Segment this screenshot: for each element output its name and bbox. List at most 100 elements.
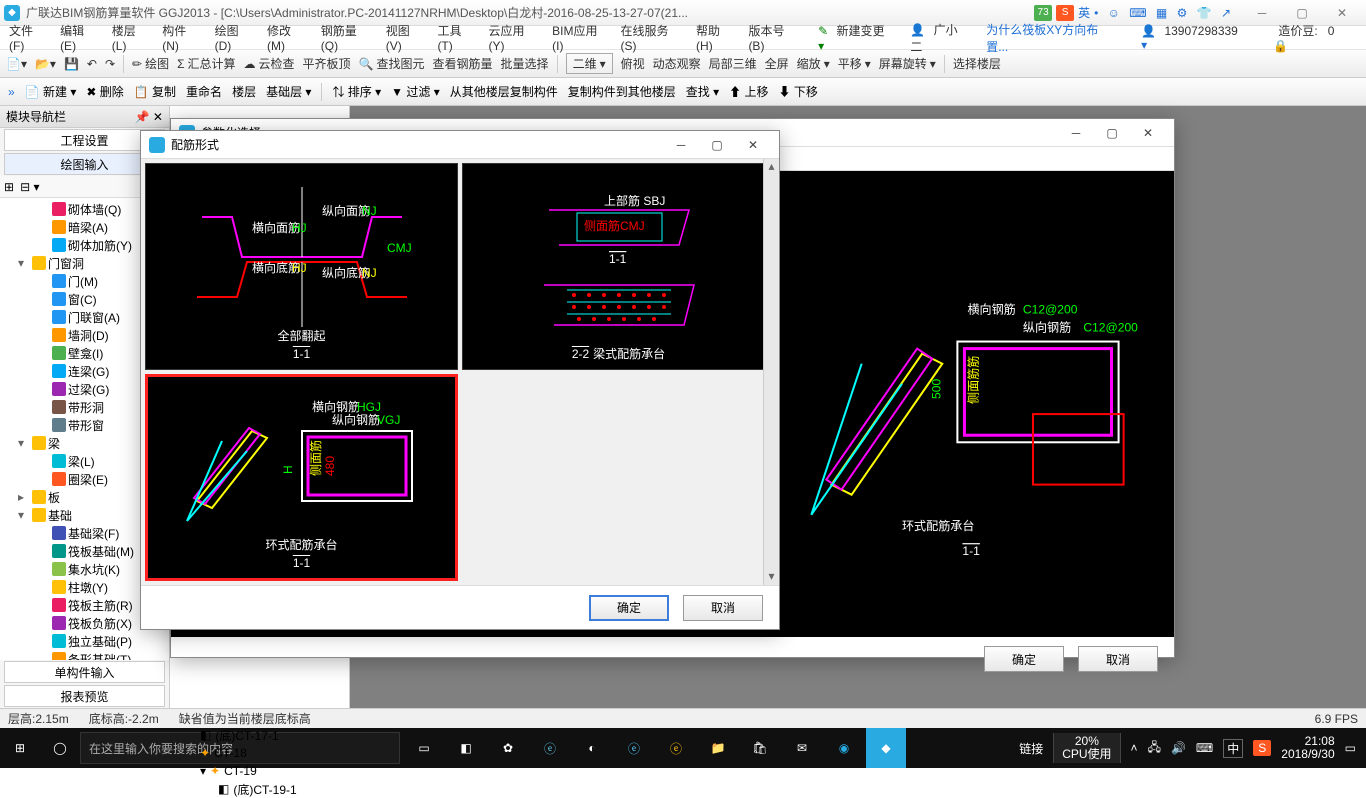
tab-report[interactable]: 报表预览: [4, 685, 165, 707]
tb-top[interactable]: 俯视: [621, 55, 645, 72]
tray-net-icon[interactable]: 🖧: [1148, 738, 1161, 759]
tb-viewrebar[interactable]: 查看钢筋量: [433, 55, 493, 72]
outer-ok-button[interactable]: 确定: [984, 646, 1064, 672]
dlg-close-button[interactable]: ✕: [735, 133, 771, 157]
task-view-icon[interactable]: ▭: [404, 728, 444, 768]
tb-redo[interactable]: ↷: [105, 57, 115, 71]
menu-component[interactable]: 构件(N): [157, 20, 207, 55]
tip-link[interactable]: 为什么筏板XY方向布置...: [981, 19, 1124, 57]
menu-help[interactable]: 帮助(H): [691, 20, 741, 55]
tb-pan[interactable]: 平移 ▾: [838, 55, 871, 72]
svg-text:H: H: [281, 465, 295, 474]
cpu-meter[interactable]: 20%CPU使用: [1053, 733, 1120, 763]
dlg-close-button[interactable]: ✕: [1130, 121, 1166, 145]
thumb-option-2[interactable]: 侧面筋CMJ 上部筋 SBJ 1-1 2-2 梁式配筋承台: [462, 163, 775, 370]
edge-icon[interactable]: ⓔ: [614, 728, 654, 768]
tb2-new[interactable]: 📄 新建 ▾: [25, 83, 77, 100]
dlg-min-button[interactable]: ─: [1058, 121, 1094, 145]
pin-icon[interactable]: 📌 ✕: [135, 110, 163, 124]
net-status[interactable]: 链接: [1019, 740, 1043, 757]
ie-icon-2[interactable]: ⓔ: [656, 728, 696, 768]
menu-view[interactable]: 视图(V): [381, 20, 431, 55]
tray-up-icon[interactable]: ˄: [1131, 741, 1138, 755]
tb2-copyfrom[interactable]: 从其他楼层复制构件: [450, 83, 558, 100]
tab-single-input[interactable]: 单构件输入: [4, 661, 165, 683]
menu-floor[interactable]: 楼层(L): [107, 20, 155, 55]
tb-draw[interactable]: ✏ 绘图: [132, 55, 169, 72]
tb2-del[interactable]: ✖ 删除: [86, 83, 123, 100]
tb-undo[interactable]: ↶: [87, 57, 97, 71]
tb2-rename[interactable]: 重命名: [186, 83, 222, 100]
taskbar-clock[interactable]: 21:082018/9/30: [1281, 735, 1334, 761]
tree-node[interactable]: 独立基础(P): [0, 632, 169, 650]
tb-save[interactable]: 💾: [64, 57, 79, 71]
inner-ok-button[interactable]: 确定: [589, 595, 669, 621]
tb-batchsel[interactable]: 批量选择: [501, 55, 549, 72]
menu-cloud[interactable]: 云应用(Y): [484, 20, 546, 55]
dlg-min-button[interactable]: ─: [663, 133, 699, 157]
store-icon[interactable]: 🛍: [740, 728, 780, 768]
tray-vol-icon[interactable]: 🔊: [1171, 741, 1186, 755]
tb-local3d[interactable]: 局部三维: [709, 55, 757, 72]
tb-open[interactable]: 📂▾: [35, 57, 56, 71]
tb2-arrow[interactable]: »: [8, 85, 15, 99]
menu-modify[interactable]: 修改(M): [262, 20, 314, 55]
thumb-option-3[interactable]: 横向钢筋HGJ 纵向钢筋VGJ 侧面筋 480 H 环式配筋承台1-1: [145, 374, 458, 581]
dlg-max-button[interactable]: ▢: [1094, 121, 1130, 145]
menu-version[interactable]: 版本号(B): [743, 20, 805, 55]
tb2-sort[interactable]: ⇅ 排序 ▾: [332, 83, 381, 100]
tb-cloudcheck[interactable]: ☁ 云检查: [244, 55, 295, 72]
tree-collapse-icon[interactable]: ⊟ ▾: [20, 180, 39, 194]
new-change-button[interactable]: ✎ 新建变更 ▾: [813, 20, 903, 55]
tb-sum[interactable]: Σ 汇总计算: [177, 55, 235, 72]
tb-zoom[interactable]: 缩放 ▾: [797, 55, 830, 72]
ggj-icon[interactable]: ◆: [866, 728, 906, 768]
user-badge[interactable]: 👤 广小二: [905, 19, 979, 57]
menu-draw[interactable]: 绘图(D): [210, 20, 260, 55]
app-icon[interactable]: ◉: [824, 728, 864, 768]
tb2-find[interactable]: 查找 ▾: [686, 83, 719, 100]
outer-cancel-button[interactable]: 取消: [1078, 646, 1158, 672]
tb2-up[interactable]: ⬆ 上移: [729, 83, 768, 100]
menu-rebar[interactable]: 钢筋量(Q): [316, 20, 379, 55]
menu-online[interactable]: 在线服务(S): [615, 20, 689, 55]
menu-file[interactable]: 文件(F): [4, 20, 53, 55]
tb-new[interactable]: 📄▾: [6, 57, 27, 71]
tb-selfloor[interactable]: 选择楼层: [953, 55, 1001, 72]
menu-tool[interactable]: 工具(T): [432, 20, 481, 55]
inner-cancel-button[interactable]: 取消: [683, 595, 763, 621]
tb2-base[interactable]: 基础层 ▾: [266, 83, 311, 100]
tree-expand-icon[interactable]: ⊞: [4, 180, 14, 194]
cortana-icon[interactable]: ◯: [40, 741, 80, 755]
tray-ime[interactable]: 中: [1223, 739, 1243, 758]
tb-2d[interactable]: 二维 ▾: [566, 53, 613, 74]
tb2-filter[interactable]: ▼ 过滤 ▾: [391, 83, 440, 100]
thumb-option-1[interactable]: 横向面筋HJ 纵向面筋NJ 横向底筋HJ 纵向底筋NJ CMJ 全部翻起1-1: [145, 163, 458, 370]
app-icon[interactable]: ◐: [572, 728, 612, 768]
tb2-down[interactable]: ⬇ 下移: [779, 83, 818, 100]
tb2-copy[interactable]: 📋 复制: [134, 83, 176, 100]
notifications-icon[interactable]: ▭: [1345, 741, 1356, 755]
menu-bim[interactable]: BIM应用(I): [547, 20, 613, 55]
tb-flat[interactable]: 平齐板顶: [303, 55, 351, 72]
tree-node[interactable]: 条形基础(T): [0, 650, 169, 660]
dlg-max-button[interactable]: ▢: [699, 133, 735, 157]
tb-orbit[interactable]: 动态观察: [653, 55, 701, 72]
tray-kb-icon[interactable]: ⌨: [1196, 741, 1213, 755]
tb-rotate[interactable]: 屏幕旋转 ▾: [879, 55, 936, 72]
app-icon[interactable]: ◧: [446, 728, 486, 768]
phone-label[interactable]: 👤 13907298339 ▾: [1136, 22, 1256, 54]
tb-full[interactable]: 全屏: [765, 55, 789, 72]
mail-icon[interactable]: ✉: [782, 728, 822, 768]
ie-icon[interactable]: ⓔ: [530, 728, 570, 768]
start-button[interactable]: ⊞: [0, 728, 40, 768]
app-icon[interactable]: ✿: [488, 728, 528, 768]
tb-find[interactable]: 🔍 查找图元: [359, 55, 425, 72]
preview-canvas[interactable]: 横向钢筋 C12@200 纵向钢筋 C12@200 侧面筋筋 500 环式配筋承…: [771, 171, 1174, 637]
menu-edit[interactable]: 编辑(E): [55, 20, 105, 55]
tb2-floor[interactable]: 楼层: [232, 83, 256, 100]
tray-sogou[interactable]: S: [1253, 740, 1271, 756]
explorer-icon[interactable]: 📁: [698, 728, 738, 768]
scrollbar[interactable]: ▴ ▾: [763, 159, 779, 585]
tb2-copyto[interactable]: 复制构件到其他楼层: [568, 83, 676, 100]
